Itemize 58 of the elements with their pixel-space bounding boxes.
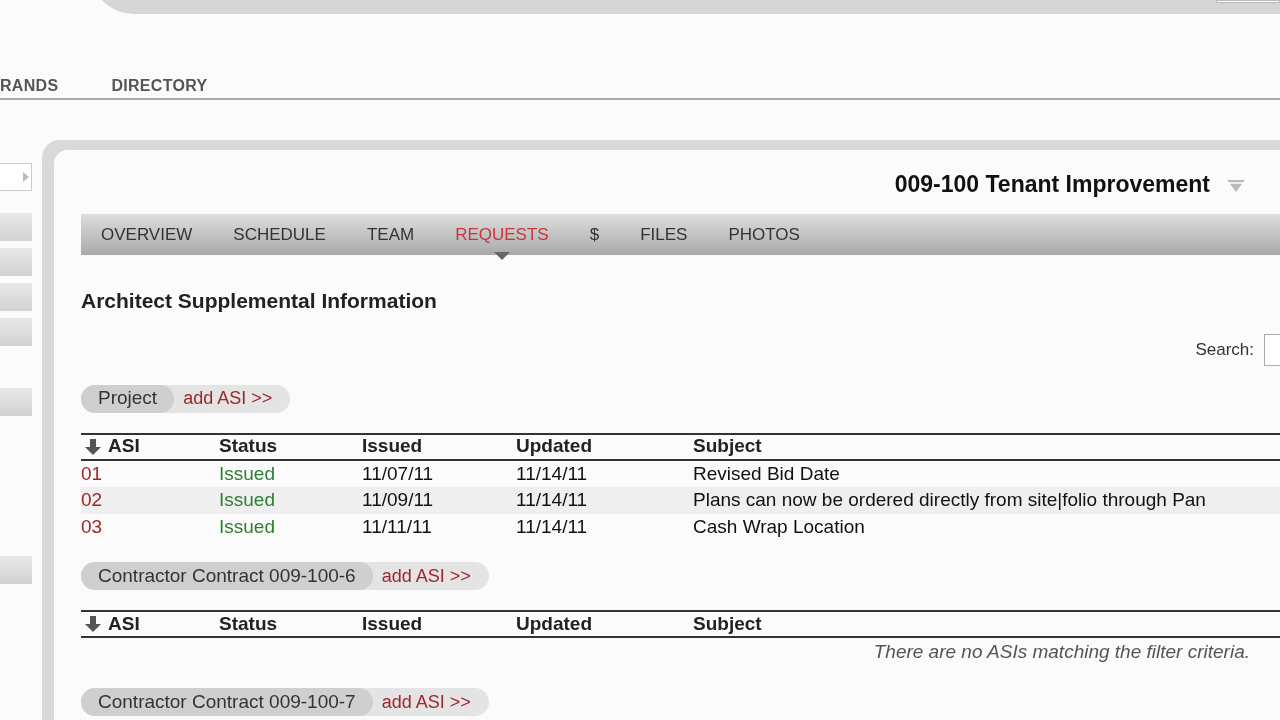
section-title: Contractor Contract 009-100-6: [81, 562, 373, 590]
column-header[interactable]: Updated: [516, 609, 592, 639]
column-header[interactable]: Subject: [693, 609, 762, 639]
section-title: Contractor Contract 009-100-7: [81, 688, 373, 716]
asi-number[interactable]: 03: [81, 512, 219, 541]
status-cell-text: Issued: [219, 488, 276, 512]
sidebar-item[interactable]: [0, 556, 32, 584]
nav-link[interactable]: DIRECTORY: [111, 74, 208, 98]
sidebar-item[interactable]: [0, 213, 32, 241]
sidebar-field[interactable]: [0, 163, 32, 191]
table-row[interactable]: 01 Issued 11/07/11 11/14/11 Revised Bid Date: [81, 460, 1280, 487]
subject-cell-text: Revised Bid Date: [693, 461, 840, 486]
updated-cell-text: 11/14/11: [516, 461, 589, 486]
selected-tab-pointer-icon: [493, 251, 510, 260]
issued-cell-text: 11/11/11: [362, 514, 433, 539]
column-header[interactable]: Status: [219, 432, 278, 461]
column-header[interactable]: Issued: [362, 432, 423, 461]
section-title: Project: [81, 384, 175, 413]
tab[interactable]: PHOTOS: [728, 221, 800, 248]
search-label: Search:: [1195, 338, 1254, 361]
tab[interactable]: OVERVIEW: [101, 221, 193, 248]
subject-cell-text: Plans can now be ordered directly from site|folio through Pan: [693, 488, 1206, 512]
table-row[interactable]: 02 Issued 11/09/11 11/14/11 Plans can now be ordered directly from site|folio through Pan: [81, 487, 1280, 514]
tab[interactable]: FILES: [640, 221, 688, 248]
sort-down-arrow-icon[interactable]: [84, 437, 102, 456]
sidebar-item[interactable]: [0, 318, 32, 346]
table-row[interactable]: 03 Issued 11/11/11 11/14/11 Cash Wrap Location: [81, 513, 1280, 540]
issued-cell-text: 11/09/11: [362, 488, 435, 512]
add-asi-link[interactable]: add ASI >>: [174, 385, 291, 412]
status-cell-text: Issued: [219, 461, 276, 486]
arrow-right-icon: [23, 172, 29, 182]
column-header[interactable]: Updated: [516, 432, 592, 461]
column-header[interactable]: Issued: [362, 609, 423, 639]
tab[interactable]: TEAM: [366, 221, 415, 248]
asi-number[interactable]: 01: [81, 459, 219, 488]
dropdown-icon[interactable]: [1227, 180, 1245, 192]
column-header[interactable]: Subject: [693, 432, 762, 461]
empty-message: There are no ASIs matching the filter criteria.: [873, 639, 1250, 664]
column-header[interactable]: ASI: [108, 609, 140, 639]
sidebar-item[interactable]: [0, 388, 32, 416]
column-header[interactable]: Status: [219, 609, 278, 639]
tab[interactable]: SCHEDULE: [233, 221, 326, 248]
sidebar-item[interactable]: [0, 283, 32, 311]
status-cell-text: Issued: [219, 514, 276, 539]
page-heading: Architect Supplemental Information: [81, 288, 438, 314]
nav-link[interactable]: RANDS: [0, 74, 59, 98]
sidebar-item[interactable]: [0, 248, 32, 276]
asi-number[interactable]: 02: [81, 486, 219, 515]
updated-cell-text: 11/14/11: [516, 488, 589, 512]
project-title: 009-100 Tenant Improvement: [894, 169, 1210, 199]
add-asi-link[interactable]: add ASI >>: [372, 688, 489, 716]
issued-cell-text: 11/07/11: [362, 461, 435, 486]
updated-cell-text: 11/14/11: [516, 514, 589, 539]
subject-cell-text: Cash Wrap Location: [693, 514, 865, 539]
add-asi-link[interactable]: add ASI >>: [372, 562, 489, 590]
tab[interactable]: $: [589, 221, 600, 248]
sort-down-arrow-icon[interactable]: [84, 615, 102, 633]
column-header[interactable]: ASI: [108, 432, 140, 461]
